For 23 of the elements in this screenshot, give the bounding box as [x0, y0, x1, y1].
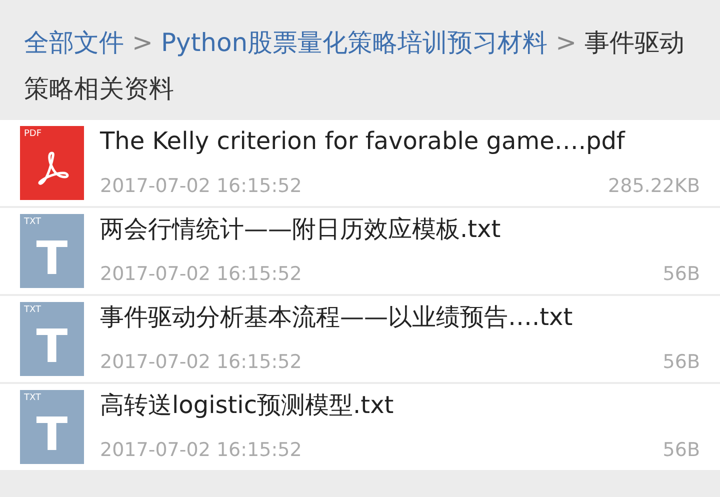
file-size: 56B: [662, 438, 700, 462]
breadcrumb-link[interactable]: Python股票量化策略培训预习材料: [160, 28, 548, 57]
pdf-file-icon: PDF: [20, 126, 84, 200]
file-row[interactable]: TXT T 两会行情统计——附日历效应模板.txt 2017-07-02 16:15:52 56B: [0, 208, 720, 294]
breadcrumb: 全部文件 > Python股票量化策略培训预习材料 > 事件驱动策略相关资料: [24, 27, 686, 105]
breadcrumb-link[interactable]: 全部文件: [24, 28, 124, 57]
file-name: 两会行情统计——附日历效应模板.txt: [100, 214, 502, 244]
file-size: 56B: [662, 350, 700, 374]
file-date: 2017-07-02 16:15:52: [100, 174, 302, 198]
file-size: 285.22KB: [608, 174, 700, 198]
file-name: 高转送logistic预测模型.txt: [100, 390, 395, 420]
text-file-icon: TXT T: [20, 302, 84, 376]
file-row[interactable]: TXT T 高转送logistic预测模型.txt 2017-07-02 16:15:52 56B: [0, 384, 720, 470]
file-size: 56B: [662, 262, 700, 286]
text-file-icon: TXT T: [20, 214, 84, 288]
file-date: 2017-07-02 16:15:52: [100, 350, 302, 374]
file-name: 事件驱动分析基本流程——以业绩预告….txt: [100, 302, 574, 332]
file-name: The Kelly criterion for favorable game….pdf: [100, 126, 626, 156]
file-row[interactable]: PDF The Kelly criterion for favorable game….pdf 2017-07-02 16:15:52 285.22KB: [0, 120, 720, 206]
file-row[interactable]: TXT T 事件驱动分析基本流程——以业绩预告….txt 2017-07-02 16:15:52 56B: [0, 296, 720, 382]
file-date: 2017-07-02 16:15:52: [100, 438, 302, 462]
file-date: 2017-07-02 16:15:52: [100, 262, 302, 286]
text-file-icon: TXT T: [20, 390, 84, 464]
